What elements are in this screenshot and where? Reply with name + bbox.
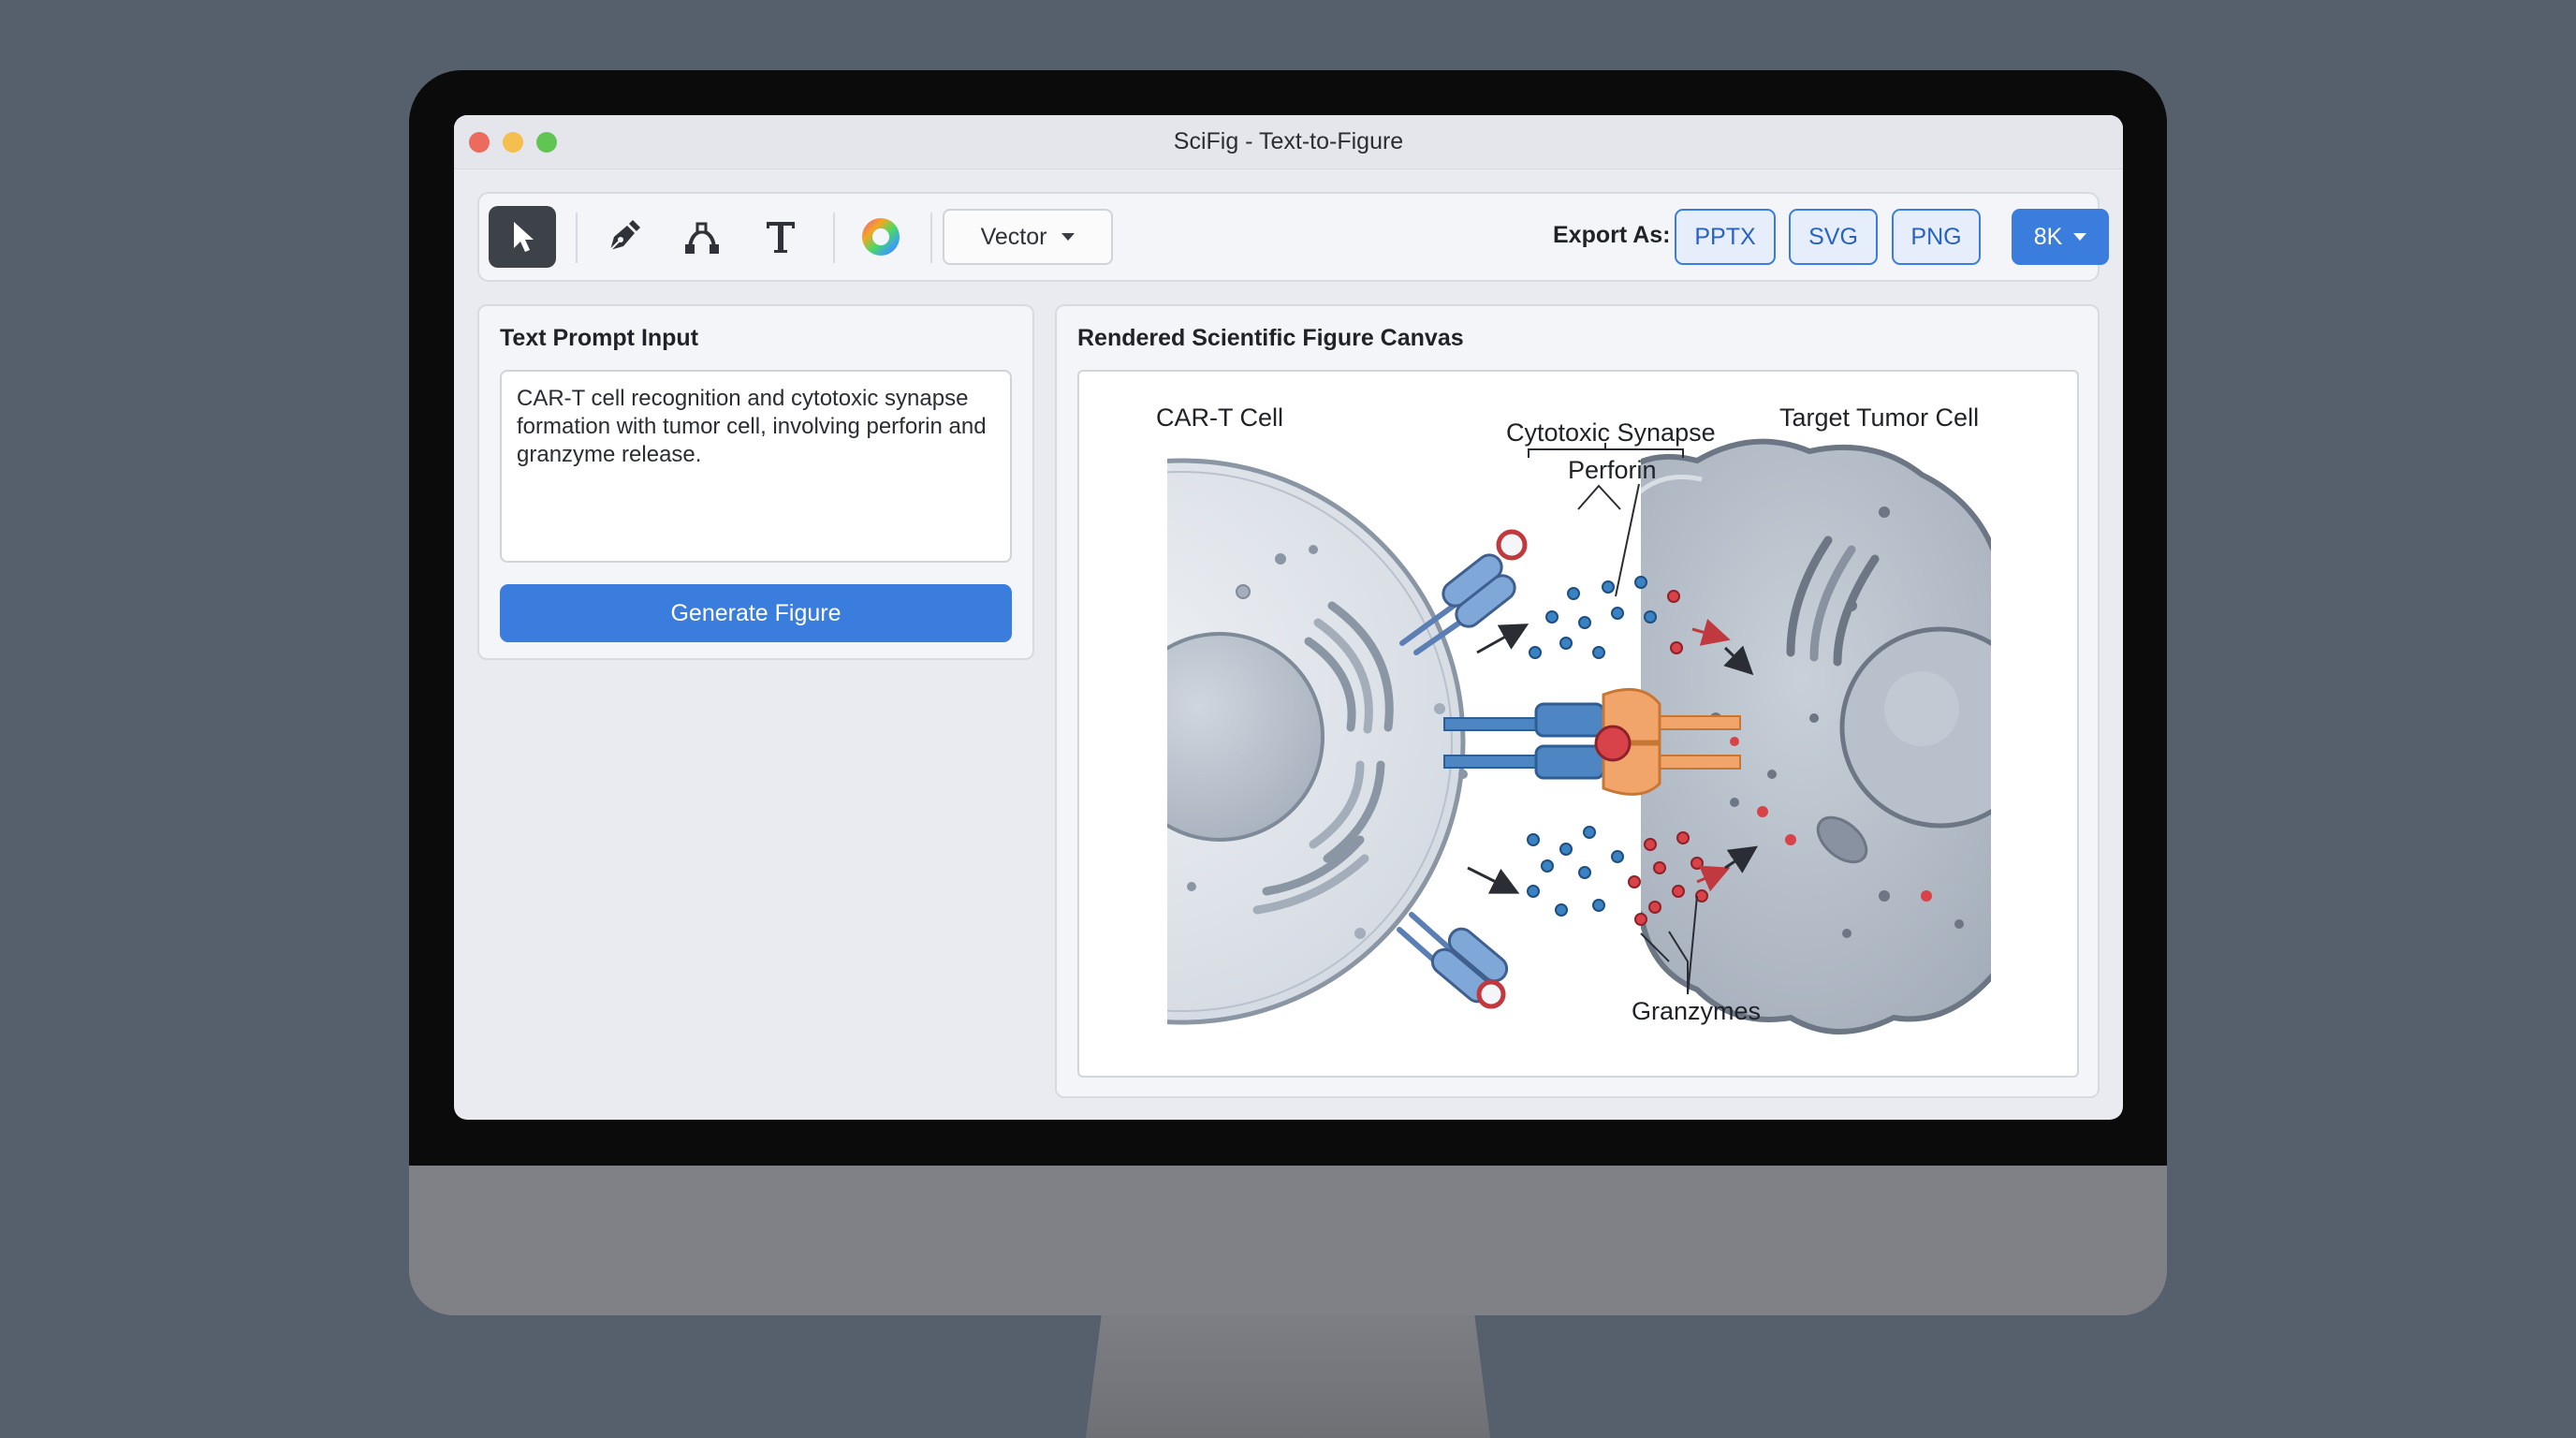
toolbar-separator: [576, 213, 578, 263]
app-window: SciFig - Text-to-Figure Vector Export As…: [454, 115, 2123, 1120]
cursor-arrow-icon: [514, 222, 534, 252]
perforin-label: Perforin: [1568, 456, 1657, 484]
tumor-cell-graphic: [1641, 438, 1991, 1034]
output-mode-value: Vector: [980, 223, 1047, 250]
prompt-panel: Text Prompt Input CAR-T cell recognition…: [477, 304, 1034, 660]
pen-nib-icon: [609, 220, 640, 251]
cytotoxic-synapse-label: Cytotoxic Synapse: [1506, 418, 1716, 447]
generate-figure-button[interactable]: Generate Figure: [500, 584, 1012, 642]
toolbar-separator: [833, 213, 835, 263]
prompt-input[interactable]: CAR-T cell recognition and cytotoxic syn…: [500, 370, 1012, 563]
figure-canvas[interactable]: CAR-T Cell Cytotoxic Synapse Perforin Ta…: [1077, 370, 2079, 1078]
export-png-button[interactable]: PNG: [1892, 209, 1981, 265]
pen-tool-button[interactable]: [590, 206, 657, 268]
canvas-panel: Rendered Scientific Figure Canvas CAR-T …: [1055, 304, 2100, 1098]
resolution-dropdown[interactable]: 8K: [2012, 209, 2109, 265]
title-bar: SciFig - Text-to-Figure: [454, 115, 2123, 169]
color-tool-button[interactable]: [847, 206, 915, 268]
text-tool-button[interactable]: [747, 206, 814, 268]
window-title: SciFig - Text-to-Figure: [1173, 128, 1404, 154]
text-t-icon: [767, 222, 795, 253]
output-mode-select[interactable]: Vector: [943, 209, 1113, 265]
curve-tool-button[interactable]: [668, 206, 736, 268]
monitor-stand: [1086, 1311, 1490, 1438]
target-tumor-cell-label: Target Tumor Cell: [1779, 404, 1979, 432]
prompt-panel-title: Text Prompt Input: [500, 325, 699, 351]
export-label: Export As:: [1553, 222, 1671, 248]
chevron-down-icon: [2073, 233, 2087, 241]
export-pptx-button[interactable]: PPTX: [1675, 209, 1776, 265]
car-t-cell-label: CAR-T Cell: [1156, 404, 1283, 432]
bezier-curve-icon: [685, 222, 719, 254]
toolbar: Vector Export As: PPTX SVG PNG 8K: [477, 192, 2109, 282]
granzymes-label: Granzymes: [1632, 997, 1761, 1025]
toolbar-separator: [930, 213, 932, 263]
resolution-value: 8K: [2033, 223, 2063, 250]
color-wheel-icon: [862, 218, 900, 256]
chevron-down-icon: [1061, 233, 1076, 241]
car-receptor-bottom: [1397, 912, 1509, 1009]
export-svg-button[interactable]: SVG: [1789, 209, 1878, 265]
canvas-panel-title: Rendered Scientific Figure Canvas: [1077, 325, 1464, 351]
select-tool-button[interactable]: [489, 206, 556, 268]
figure-illustration: CAR-T Cell Cytotoxic Synapse Perforin Ta…: [1156, 404, 1991, 1034]
